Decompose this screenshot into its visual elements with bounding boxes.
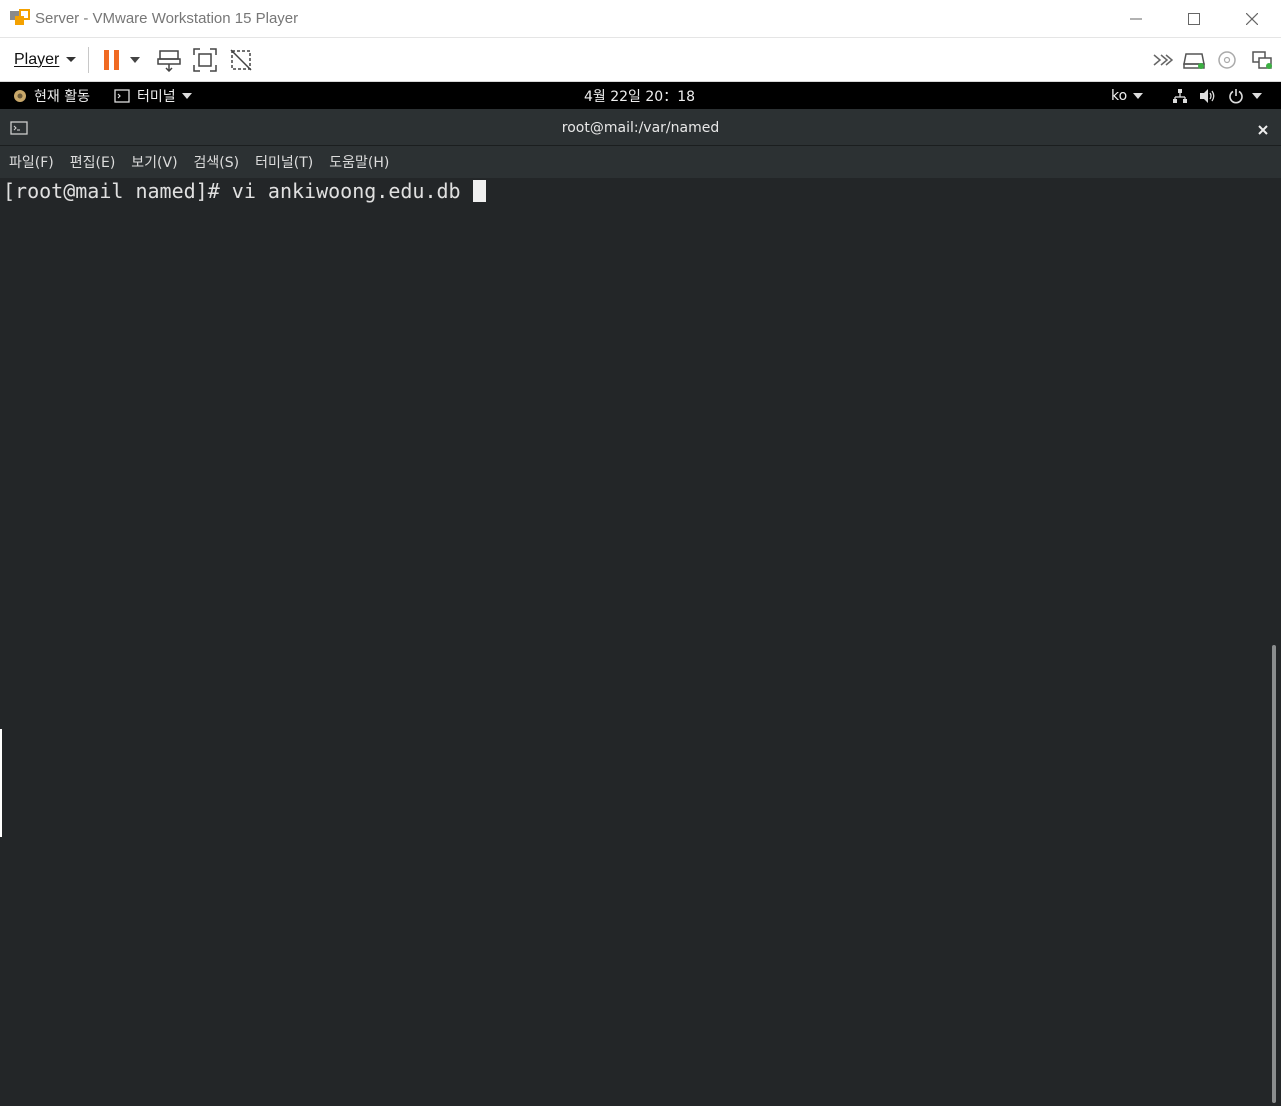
pause-button[interactable] (103, 49, 121, 71)
fullscreen-icon (193, 47, 218, 72)
window-title: Server - VMware Workstation 15 Player (35, 10, 299, 27)
cd-icon (1218, 51, 1236, 69)
menu-edit[interactable]: 편집(E) (70, 152, 116, 172)
chevron-down-icon (130, 56, 141, 63)
maximize-icon (1188, 13, 1200, 25)
clock-label: 4월 22일 20：18 (584, 88, 696, 105)
unity-icon (230, 48, 252, 71)
input-method-label: ko (1111, 87, 1128, 104)
menu-terminal[interactable]: 터미널(T) (255, 152, 313, 172)
chevron-down-icon (1133, 92, 1144, 99)
terminal-title: root@mail:/var/named (561, 119, 720, 136)
text-cursor (472, 180, 486, 202)
window-titlebar: Server - VMware Workstation 15 Player (0, 0, 1281, 38)
power-icon (1229, 88, 1243, 103)
terminal-close-button[interactable] (1257, 121, 1269, 140)
send-ctrl-alt-del-button[interactable] (157, 48, 182, 72)
unity-button[interactable] (229, 48, 253, 72)
terminal-headerbar: root@mail:/var/named (0, 109, 1281, 146)
terminal-command-line: [root@mail named]# vi ankiwoong.edu.db (3, 178, 486, 204)
ctrl-alt-del-icon (157, 49, 182, 72)
gnome-top-bar: 현재 활동 터미널 4월 22일 20：18 ko (0, 82, 1281, 109)
toolbar-divider (88, 46, 90, 73)
menu-search[interactable]: 검색(S) (194, 152, 240, 172)
network-adapter-device-button[interactable] (1251, 50, 1273, 70)
close-icon (1258, 125, 1268, 135)
device-more-button[interactable] (1153, 54, 1173, 66)
scrollbar-thumb[interactable] (1272, 645, 1276, 1103)
activities-button[interactable]: 현재 활동 (13, 82, 90, 109)
menu-help[interactable]: 도움말(H) (329, 152, 389, 172)
terminal-app-icon (114, 88, 130, 103)
clock-button[interactable]: 4월 22일 20：18 (584, 82, 695, 109)
close-window-button[interactable] (1223, 0, 1281, 38)
vmware-logo-icon (9, 8, 31, 30)
menu-view[interactable]: 보기(V) (131, 152, 177, 172)
double-chevron-right-icon (1153, 54, 1173, 66)
input-method-button[interactable]: ko (1111, 82, 1144, 109)
network-wired-icon (1173, 88, 1187, 103)
app-menu-terminal[interactable]: 터미널 (114, 82, 192, 109)
vmware-toolbar: Player (0, 38, 1281, 82)
chevron-down-icon (1252, 92, 1262, 99)
maximize-button[interactable] (1165, 0, 1223, 38)
network-adapter-icon (1252, 51, 1272, 69)
pause-icon (104, 49, 120, 70)
app-menu-label: 터미널 (137, 88, 176, 105)
minimize-icon (1130, 18, 1142, 20)
hard-disk-device-button[interactable] (1183, 50, 1205, 70)
shell-prompt: [root@mail named]# (3, 179, 232, 203)
minimize-button[interactable] (1107, 0, 1165, 38)
hard-disk-icon (1183, 53, 1205, 69)
terminal-scrollbar[interactable] (1268, 178, 1281, 1106)
menu-file[interactable]: 파일(F) (9, 152, 54, 172)
window-edge-artifact (0, 729, 2, 837)
close-icon (1246, 13, 1258, 25)
pause-dropdown-button[interactable] (129, 56, 141, 64)
terminal-window: root@mail:/var/named 파일(F) 편집(E) 보기(V) 검… (0, 109, 1281, 1106)
chevron-down-icon (181, 92, 192, 99)
player-menu-button[interactable]: Player (14, 50, 77, 69)
player-menu-label: Player (14, 50, 60, 68)
terminal-menubar: 파일(F) 편집(E) 보기(V) 검색(S) 터미널(T) 도움말(H) (0, 146, 1281, 178)
cd-dvd-device-button[interactable] (1217, 50, 1237, 70)
typed-command: vi ankiwoong.edu.db (231, 179, 473, 203)
activities-label: 현재 활동 (34, 88, 90, 105)
fit-guest-button[interactable] (193, 47, 218, 72)
gnome-foot-icon (14, 89, 26, 102)
system-menu-button[interactable] (1172, 82, 1262, 109)
chevron-down-icon (66, 57, 77, 62)
terminal-output[interactable]: [root@mail named]# vi ankiwoong.edu.db (0, 178, 1268, 1106)
volume-icon (1200, 88, 1215, 103)
